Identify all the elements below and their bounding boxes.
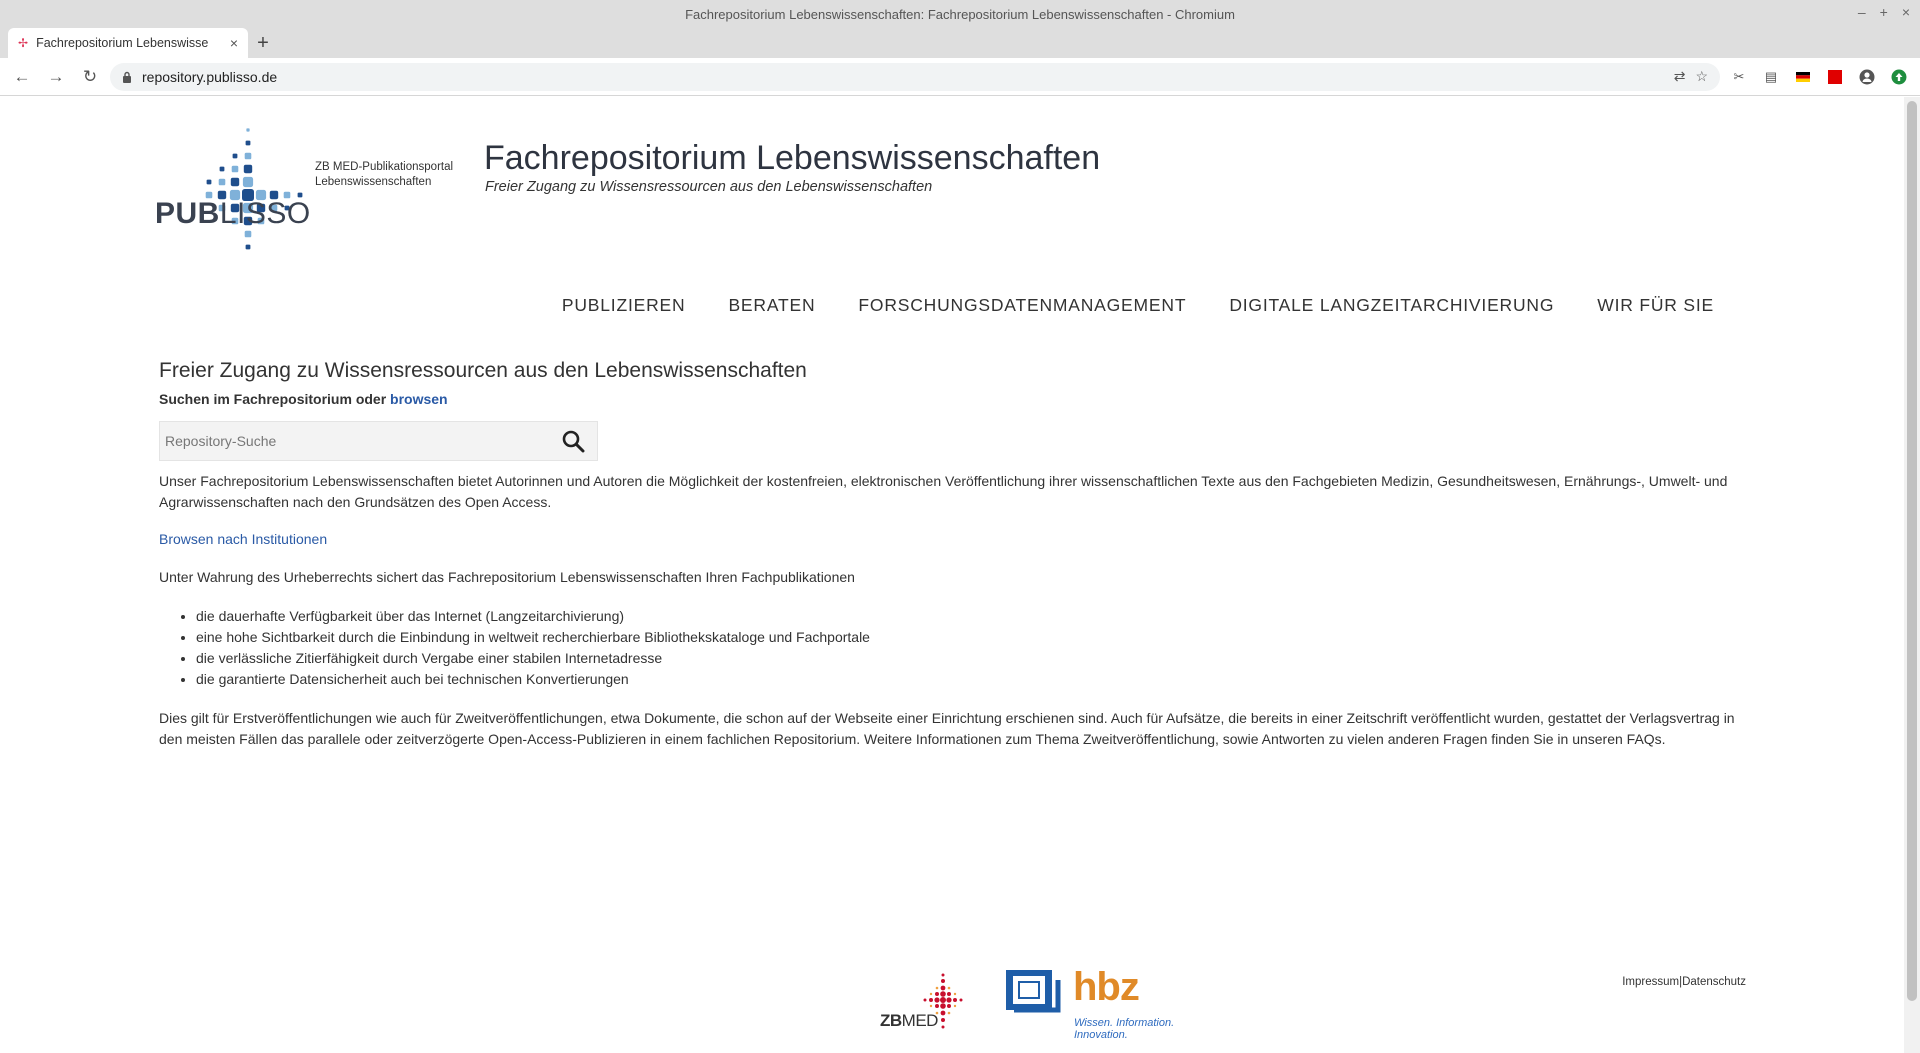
- tab-close-icon[interactable]: ×: [230, 35, 238, 51]
- nav-forschungsdatenmanagement[interactable]: FORSCHUNGSDATENMANAGEMENT: [858, 295, 1186, 316]
- browse-institutions-link[interactable]: Browsen nach Institutionen: [159, 531, 327, 547]
- list-item: die garantierte Datensicherheit auch bei…: [196, 669, 1749, 690]
- logo-wordmark: PUBLISSO: [155, 197, 311, 230]
- impressum-link[interactable]: Impressum: [1622, 976, 1679, 988]
- hbz-square-icon: [1006, 970, 1061, 1013]
- new-tab-button[interactable]: +: [248, 28, 278, 58]
- datenschutz-link[interactable]: Datenschutz: [1682, 976, 1746, 988]
- zbmed-logo[interactable]: ZBMED: [880, 967, 980, 1042]
- site-header: PUBLISSO ZB MED-Publikationsportal Leben…: [0, 97, 1904, 347]
- site-subtitle: Freier Zugang zu Wissensressourcen aus d…: [485, 179, 933, 195]
- url-text: repository.publisso.de: [142, 68, 278, 85]
- maximize-button[interactable]: +: [1880, 4, 1888, 20]
- page-viewport: PUBLISSO ZB MED-Publikationsportal Leben…: [0, 97, 1904, 1053]
- extension-flag-de-icon[interactable]: [1790, 64, 1816, 90]
- logo-dot: [242, 176, 254, 188]
- arrow-left-icon: ←: [13, 66, 31, 86]
- zbmed-wordmark: ZBMED: [880, 1011, 938, 1030]
- site-title: Fachrepositorium Lebenswissenschaften: [484, 139, 1101, 177]
- closing-paragraph: Dies gilt für Erstveröffentlichungen wie…: [159, 710, 1735, 747]
- page: PUBLISSO ZB MED-Publikationsportal Leben…: [0, 97, 1904, 1041]
- hbz-tagline: Wissen. Information. Innovation.: [1074, 1017, 1175, 1041]
- tab-strip: ✢ Fachrepositorium Lebenswisse × +: [0, 28, 1920, 58]
- window-title: Fachrepositorium Lebenswissenschaften: F…: [685, 6, 1235, 22]
- benefits-list: die dauerhafte Verfügbarkeit über das In…: [196, 606, 1749, 690]
- main-content: Freier Zugang zu Wissensressourcen aus d…: [159, 359, 1749, 750]
- logo-dot: [232, 153, 238, 159]
- arrow-right-icon: →: [47, 66, 65, 86]
- search-input[interactable]: [165, 433, 549, 449]
- logo-dot: [231, 165, 239, 173]
- scrollbar-thumb[interactable]: [1907, 101, 1917, 1001]
- hbz-logo[interactable]: hbz Wissen. Information. Innovation.: [1006, 965, 1216, 1041]
- window-controls: – + ×: [1858, 4, 1910, 20]
- publisso-logo[interactable]: PUBLISSO ZB MED-Publikationsportal Leben…: [155, 127, 455, 267]
- browser-tab[interactable]: ✢ Fachrepositorium Lebenswisse ×: [8, 28, 248, 58]
- footer-links: Impressum|Datenschutz: [1622, 976, 1746, 988]
- logo-dot: [206, 179, 212, 185]
- logo-dot: [230, 177, 240, 187]
- page-heading: Freier Zugang zu Wissensressourcen aus d…: [159, 359, 807, 382]
- reload-icon: ↻: [82, 66, 98, 86]
- tab-label: Fachrepositorium Lebenswisse: [36, 36, 209, 50]
- translate-icon[interactable]: ⇄: [1674, 68, 1686, 85]
- nav-digitale-langzeitarchivierung[interactable]: DIGITALE LANGZEITARCHIVIERUNG: [1229, 295, 1554, 316]
- browse-link[interactable]: browsen: [390, 391, 448, 407]
- search-button[interactable]: [549, 421, 597, 461]
- logo-dot: [219, 166, 225, 172]
- update-indicator-icon[interactable]: [1886, 64, 1912, 90]
- logo-dot: [244, 152, 252, 160]
- intro-paragraph: Unser Fachrepositorium Lebenswissenschaf…: [159, 473, 1728, 510]
- window-titlebar: Fachrepositorium Lebenswissenschaften: F…: [0, 0, 1920, 28]
- search-icon: [562, 430, 585, 453]
- favicon-icon: ✢: [18, 36, 29, 50]
- back-button[interactable]: ←: [8, 63, 36, 91]
- list-item: die verlässliche Zitierfähigkeit durch V…: [196, 648, 1749, 669]
- nav-wir-fuer-sie[interactable]: WIR FÜR SIE: [1597, 295, 1714, 316]
- extension-red-square-icon[interactable]: [1822, 64, 1848, 90]
- extension-reader-icon[interactable]: ▤: [1758, 64, 1784, 90]
- list-item: die dauerhafte Verfügbarkeit über das In…: [196, 606, 1749, 627]
- site-footer: ZBMED hbz Wissen. Information. Innovatio…: [0, 957, 1904, 1047]
- nav-publizieren[interactable]: PUBLIZIEREN: [562, 295, 686, 316]
- list-item: eine hohe Sichtbarkeit durch die Einbind…: [196, 627, 1749, 648]
- hbz-wordmark: hbz: [1073, 965, 1140, 1009]
- logo-subtitle: ZB MED-Publikationsportal Lebenswissensc…: [315, 161, 454, 188]
- browser-toolbar: ← → ↻ repository.publisso.de ⇄ ☆ ✂ ▤: [0, 58, 1920, 96]
- reload-button[interactable]: ↻: [76, 63, 104, 91]
- close-window-button[interactable]: ×: [1902, 4, 1910, 20]
- search-intro: Suchen im Fachrepositorium oder browsen: [159, 391, 448, 407]
- logo-dot: [246, 128, 250, 132]
- nav-beraten[interactable]: BERATEN: [728, 295, 815, 316]
- bookmark-star-icon[interactable]: ☆: [1695, 68, 1708, 85]
- logo-dot: [243, 164, 253, 174]
- repository-search: [159, 421, 598, 461]
- profile-avatar-icon[interactable]: [1854, 64, 1880, 90]
- forward-button[interactable]: →: [42, 63, 70, 91]
- address-bar[interactable]: repository.publisso.de ⇄ ☆: [110, 62, 1720, 91]
- logo-dot: [218, 178, 226, 186]
- logo-dot: [244, 230, 252, 238]
- copyright-paragraph: Unter Wahrung des Urheberrechts sichert …: [159, 569, 855, 585]
- logo-dot: [245, 244, 251, 250]
- lock-icon: [123, 71, 131, 83]
- minimize-button[interactable]: –: [1858, 4, 1866, 20]
- logo-dot: [245, 140, 251, 146]
- main-navigation: PUBLIZIEREN BERATEN FORSCHUNGSDATENMANAG…: [562, 295, 1714, 316]
- extension-tools-icon[interactable]: ✂: [1726, 64, 1752, 90]
- page-scrollbar[interactable]: [1904, 97, 1920, 1053]
